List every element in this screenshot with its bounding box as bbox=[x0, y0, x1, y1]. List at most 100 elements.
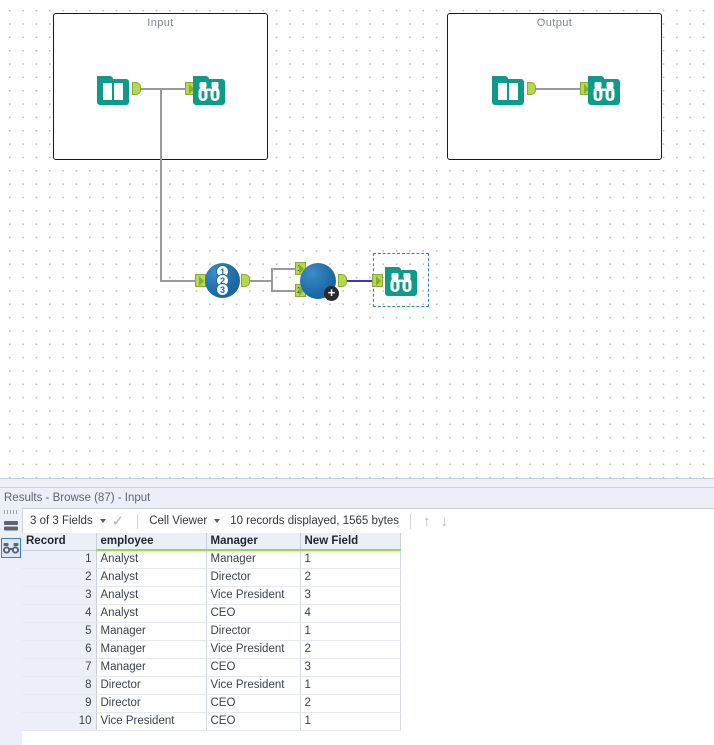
results-titlebar: Results - Browse (87) - Input bbox=[0, 488, 714, 509]
table-row[interactable]: 3 Analyst Vice President 3 bbox=[22, 586, 401, 605]
tool-browse-3[interactable] bbox=[382, 261, 420, 299]
toolbar-divider-1 bbox=[137, 513, 139, 529]
cell-record[interactable]: 6 bbox=[22, 640, 97, 659]
cell-employee[interactable]: Analyst bbox=[96, 550, 207, 569]
tool-browse-2[interactable] bbox=[585, 70, 623, 108]
table-row[interactable]: 2 Analyst Director 2 bbox=[22, 568, 401, 587]
anchor-out-join[interactable] bbox=[338, 274, 347, 287]
cell-record[interactable]: 9 bbox=[22, 694, 97, 713]
tool-join[interactable]: + bbox=[300, 263, 339, 301]
cell-employee[interactable]: Vice President bbox=[96, 712, 207, 731]
results-header-row: Record employee Manager New Field bbox=[22, 533, 401, 551]
tool-text-input-2[interactable] bbox=[489, 70, 527, 108]
arrow-down-icon[interactable]: ↓ bbox=[435, 514, 453, 529]
column-header-manager[interactable]: Manager bbox=[206, 533, 301, 551]
anchor-out-text-input-2[interactable] bbox=[527, 82, 536, 95]
app-root: Input Output 1 2 3 1 2 + Results - Brows… bbox=[0, 0, 714, 745]
cell-employee[interactable]: Manager bbox=[96, 640, 207, 659]
cell-new-field[interactable]: 3 bbox=[300, 586, 401, 605]
cell-manager[interactable]: Vice President bbox=[206, 676, 301, 695]
cell-new-field[interactable]: 2 bbox=[300, 568, 401, 587]
table-row[interactable]: 10 Vice President CEO 1 bbox=[22, 712, 401, 731]
cell-record[interactable]: 3 bbox=[22, 586, 97, 605]
table-row[interactable]: 1 Analyst Manager 1 bbox=[22, 550, 401, 569]
join-add-badge[interactable]: + bbox=[324, 286, 339, 301]
results-table-head: Record employee Manager New Field bbox=[22, 533, 401, 551]
cell-new-field[interactable]: 1 bbox=[300, 622, 401, 641]
table-row[interactable]: 6 Manager Vice President 2 bbox=[22, 640, 401, 659]
table-row[interactable]: 9 Director CEO 2 bbox=[22, 694, 401, 713]
results-title: Results - Browse (87) - Input bbox=[4, 492, 151, 504]
results-table-container[interactable]: Record employee Manager New Field 1 Analy… bbox=[22, 533, 714, 745]
column-header-new-field[interactable]: New Field bbox=[300, 533, 401, 551]
text-input-icon-2 bbox=[489, 70, 527, 108]
container-output-title: Output bbox=[536, 17, 573, 29]
results-table: Record employee Manager New Field 1 Analy… bbox=[22, 533, 401, 731]
cell-employee[interactable]: Manager bbox=[96, 622, 207, 641]
browse-icon-2 bbox=[585, 70, 623, 108]
cell-manager[interactable]: Vice President bbox=[206, 586, 301, 605]
results-table-body: 1 Analyst Manager 1 2 Analyst Director 2 3 Analys… bbox=[22, 550, 401, 731]
column-header-employee[interactable]: employee bbox=[96, 533, 207, 551]
toolbar-divider-2 bbox=[409, 513, 411, 529]
cell-viewer-label[interactable]: Cell Viewer bbox=[145, 515, 211, 527]
cell-employee[interactable]: Director bbox=[96, 676, 207, 695]
cell-employee[interactable]: Analyst bbox=[96, 586, 207, 605]
cell-manager[interactable]: CEO bbox=[206, 712, 301, 731]
cell-record[interactable]: 10 bbox=[22, 712, 97, 731]
drag-grip-icon[interactable] bbox=[4, 510, 18, 514]
cell-employee[interactable]: Analyst bbox=[96, 568, 207, 587]
anchor-out-multirow[interactable] bbox=[241, 274, 250, 287]
cell-employee[interactable]: Analyst bbox=[96, 604, 207, 623]
container-output[interactable]: Output bbox=[447, 13, 662, 160]
cell-employee[interactable]: Director bbox=[96, 694, 207, 713]
cell-new-field[interactable]: 2 bbox=[300, 694, 401, 713]
column-header-record[interactable]: Record bbox=[22, 533, 97, 551]
messages-panel-button[interactable] bbox=[1, 517, 21, 537]
cell-employee[interactable]: Manager bbox=[96, 658, 207, 677]
wire-multirow-out bbox=[250, 280, 272, 282]
cell-manager[interactable]: CEO bbox=[206, 694, 301, 713]
browse-icon-3 bbox=[382, 261, 420, 299]
messages-icon bbox=[4, 521, 18, 531]
cell-record[interactable]: 8 bbox=[22, 676, 97, 695]
fields-chevron-down-icon[interactable] bbox=[99, 519, 106, 523]
table-row[interactable]: 4 Analyst CEO 4 bbox=[22, 604, 401, 623]
workflow-canvas[interactable]: Input Output 1 2 3 1 2 + bbox=[0, 0, 714, 478]
results-splitter[interactable] bbox=[0, 478, 714, 488]
cell-new-field[interactable]: 1 bbox=[300, 676, 401, 695]
table-row[interactable]: 5 Manager Director 1 bbox=[22, 622, 401, 641]
fields-selector-label[interactable]: 3 of 3 Fields bbox=[26, 515, 97, 527]
wire-input-drop-vertical bbox=[160, 88, 162, 281]
tool-multi-row-formula[interactable]: 1 2 3 bbox=[205, 263, 240, 298]
cell-new-field[interactable]: 3 bbox=[300, 658, 401, 677]
cell-new-field[interactable]: 4 bbox=[300, 604, 401, 623]
cell-manager[interactable]: Vice President bbox=[206, 640, 301, 659]
cell-record[interactable]: 5 bbox=[22, 622, 97, 641]
cell-manager[interactable]: Director bbox=[206, 622, 301, 641]
check-icon[interactable]: ✓ bbox=[112, 514, 131, 529]
wire-output-to-browse bbox=[536, 88, 581, 90]
table-row[interactable]: 8 Director Vice President 1 bbox=[22, 676, 401, 695]
arrow-up-icon[interactable]: ↑ bbox=[418, 514, 436, 529]
cell-record[interactable]: 1 bbox=[22, 550, 97, 569]
cell-manager[interactable]: Director bbox=[206, 568, 301, 587]
anchor-out-text-input-1[interactable] bbox=[132, 82, 141, 95]
cell-viewer-chevron-down-icon[interactable] bbox=[214, 519, 221, 523]
multirow-num-3: 3 bbox=[216, 283, 229, 296]
cell-manager[interactable]: CEO bbox=[206, 658, 301, 677]
tool-browse-1[interactable] bbox=[190, 70, 228, 108]
browse-icon-1 bbox=[190, 70, 228, 108]
results-panel: Results - Browse (87) - Input 3 of 3 Fie… bbox=[0, 478, 714, 745]
tool-text-input-1[interactable] bbox=[94, 70, 132, 108]
cell-record[interactable]: 7 bbox=[22, 658, 97, 677]
cell-manager[interactable]: Manager bbox=[206, 550, 301, 569]
cell-new-field[interactable]: 1 bbox=[300, 712, 401, 731]
cell-manager[interactable]: CEO bbox=[206, 604, 301, 623]
cell-new-field[interactable]: 1 bbox=[300, 550, 401, 569]
cell-record[interactable]: 2 bbox=[22, 568, 97, 587]
cell-record[interactable]: 4 bbox=[22, 604, 97, 623]
cell-new-field[interactable]: 2 bbox=[300, 640, 401, 659]
table-row[interactable]: 7 Manager CEO 3 bbox=[22, 658, 401, 677]
browse-results-button[interactable] bbox=[1, 538, 21, 558]
